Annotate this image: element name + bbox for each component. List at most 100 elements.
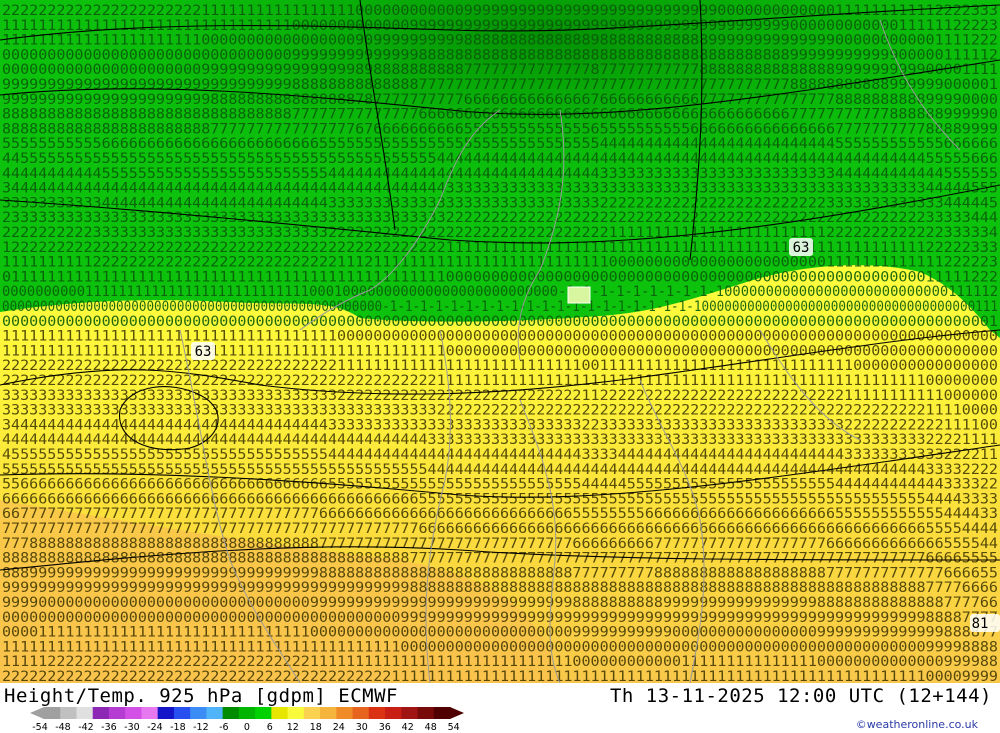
scale-swatch	[352, 707, 370, 719]
digit-row: 0111111111111111111111111111111111111111…	[2, 269, 998, 285]
scale-tick-label: 48	[425, 722, 437, 731]
svg-text:63: 63	[793, 240, 810, 256]
scale-swatch	[238, 707, 256, 719]
scale-swatch	[320, 707, 337, 719]
scale-swatch	[44, 707, 61, 719]
color-scale-ticks: -54 -48 -42 -36 -30 -24 -18 -12 -6 0 6 12 18 24 30 36 42…	[32, 722, 460, 731]
scale-swatch	[141, 707, 159, 719]
digit-row: 2222222222222222222222222222222222222222…	[2, 669, 998, 683]
scale-swatch	[271, 707, 289, 719]
digit-row: 4455555555555555555555555555555555555555…	[2, 151, 998, 167]
scale-swatch	[287, 707, 305, 719]
map-timestamp: Th 13-11-2025 12:00 UTC (12+144)	[609, 685, 992, 707]
digit-row: 2222222222222222222222222222222222222222…	[2, 373, 998, 389]
scale-swatch	[255, 707, 272, 719]
scale-tick-label: 0	[244, 722, 250, 731]
scale-swatch	[76, 707, 94, 719]
digit-row: 0000000000000000000000000000000000000000…	[2, 610, 998, 626]
marker-square	[567, 286, 591, 304]
scale-swatch	[222, 707, 240, 719]
contour-value-digits: 2222222222222222222222111111111111111110…	[2, 3, 998, 683]
digit-row: 1111111111111111111111111111111111111111…	[2, 343, 998, 359]
scale-tick-label: 24	[333, 722, 345, 731]
station-label-2: 63	[191, 342, 215, 360]
svg-text:81: 81	[972, 616, 989, 632]
map-title: Height/Temp. 925 hPa [gdpm] ECMWF	[4, 685, 398, 707]
digit-row: 1111111111111111111111111111111111111111…	[2, 639, 998, 655]
scale-tick-label: -30	[124, 722, 140, 731]
scale-tick-label: -24	[147, 722, 163, 731]
digit-row: 1111111111111111111111111111111111111000…	[2, 329, 998, 345]
scale-tick-label: -48	[55, 722, 71, 731]
digit-row: 9999999999999999999999999999999988888888…	[2, 77, 998, 93]
svg-text:63: 63	[195, 344, 212, 360]
scale-tick-label: -54	[32, 722, 48, 731]
scale-swatch	[385, 707, 402, 719]
digit-row: 5566666666666666666666666666666666665555…	[2, 477, 998, 493]
digit-row: 8888888888888888888888888888888877777777…	[2, 107, 998, 123]
scale-tick-label: 30	[356, 722, 368, 731]
digit-row: 7778888888888888888888888888888888877777…	[2, 536, 998, 552]
scale-tick-label: 42	[402, 722, 414, 731]
scale-tick-label: 12	[287, 722, 299, 731]
digit-row: 0000000000000000000000000000000000000000…	[2, 314, 998, 330]
digit-row: 9999999999999999999999988888888888888887…	[2, 92, 998, 108]
scale-swatch	[206, 707, 224, 719]
digit-row: 8889999999999999999999999999999999988888…	[2, 565, 998, 581]
station-label-1: 63	[789, 238, 813, 256]
color-scale-bar	[30, 707, 464, 719]
digit-row: 2222222222222222222222222222222222222111…	[2, 358, 998, 374]
digit-row: 1111111111222222222222222222222222222111…	[2, 255, 998, 271]
scale-tick-label: -6	[219, 722, 228, 731]
digit-row: 3444444444444444444444444444444444444444…	[2, 181, 998, 197]
digit-row: 3333333333333333333333333333333333333222…	[2, 388, 998, 404]
digit-row: 4444444444455555555555555555555555554444…	[2, 166, 998, 182]
digit-row: 3444444444444444444444444444444444443333…	[2, 417, 998, 433]
digit-row: 6677777777777777777777777777777777766666…	[2, 506, 998, 522]
scale-swatch	[60, 707, 77, 719]
digit-row: 0000111111111111111111111111111111000000…	[2, 625, 998, 641]
scale-swatch	[92, 707, 110, 719]
weather-map: 2222222222222222222222111111111111111110…	[0, 0, 1000, 683]
scale-swatch	[336, 707, 354, 719]
digit-row: 5555555555566666666666666666666666655555…	[2, 136, 998, 152]
digit-row: 3333333333333333333333333333333333333333…	[2, 403, 998, 419]
credit-text: ©weatheronline.co.uk	[855, 718, 978, 731]
digit-row: 4444444444444444444444444444444444444444…	[2, 432, 998, 448]
scale-tick-label: -18	[170, 722, 186, 731]
digit-row: 0000000000000000000000999999999999999998…	[2, 62, 998, 78]
digit-row: 7777777777777777777777777777777777777777…	[2, 521, 998, 537]
scale-swatch	[125, 707, 142, 719]
digit-row: 5555555555555555555555555555555555555555…	[2, 462, 998, 478]
scale-tick-label: 36	[379, 722, 391, 731]
scale-swatch	[368, 707, 386, 719]
digit-row: 1111122222222222222222222222222222111111…	[2, 654, 998, 670]
color-scale: -54 -48 -42 -36 -30 -24 -18 -12 -6 0 6 12 18 24 30 36 42…	[30, 707, 464, 731]
digit-row: 8888888888888888888888877777777777777776…	[2, 121, 998, 137]
scale-swatch	[417, 707, 435, 719]
scale-tick-label: -12	[193, 722, 209, 731]
scale-tick-label: -36	[101, 722, 117, 731]
station-label-3: 81	[970, 614, 1000, 632]
scale-arrow-right	[450, 707, 464, 719]
scale-swatch	[303, 707, 321, 719]
scale-swatch	[433, 707, 451, 719]
scale-swatch	[190, 707, 207, 719]
scale-swatch	[157, 707, 175, 719]
scale-swatch	[108, 707, 126, 719]
digit-row: 6666666666666666666666666666666666666666…	[2, 491, 998, 507]
digit-row: 0000000000000000000000000000000099999999…	[2, 47, 998, 63]
digit-row: 4555555555555555555555555555555555554444…	[2, 447, 998, 463]
scale-arrow-left	[30, 707, 44, 719]
scale-swatch	[401, 707, 419, 719]
digit-row: 0000000000111111111111111111111111111000…	[2, 284, 998, 300]
scale-tick-label: 54	[448, 722, 460, 731]
digit-row: 9999999999999999999999999999999999999999…	[2, 580, 998, 596]
scale-tick-label: -42	[78, 722, 94, 731]
scale-tick-label: 18	[310, 722, 322, 731]
scale-tick-label: 6	[267, 722, 273, 731]
scale-swatch	[173, 707, 191, 719]
digit-row: 0000000000000000000000000000000000000000…	[2, 299, 998, 315]
digit-row: 2222222222333333333333333333333333332222…	[2, 225, 998, 241]
digit-row: 9999000000000000000000000000000000999999…	[2, 595, 998, 611]
